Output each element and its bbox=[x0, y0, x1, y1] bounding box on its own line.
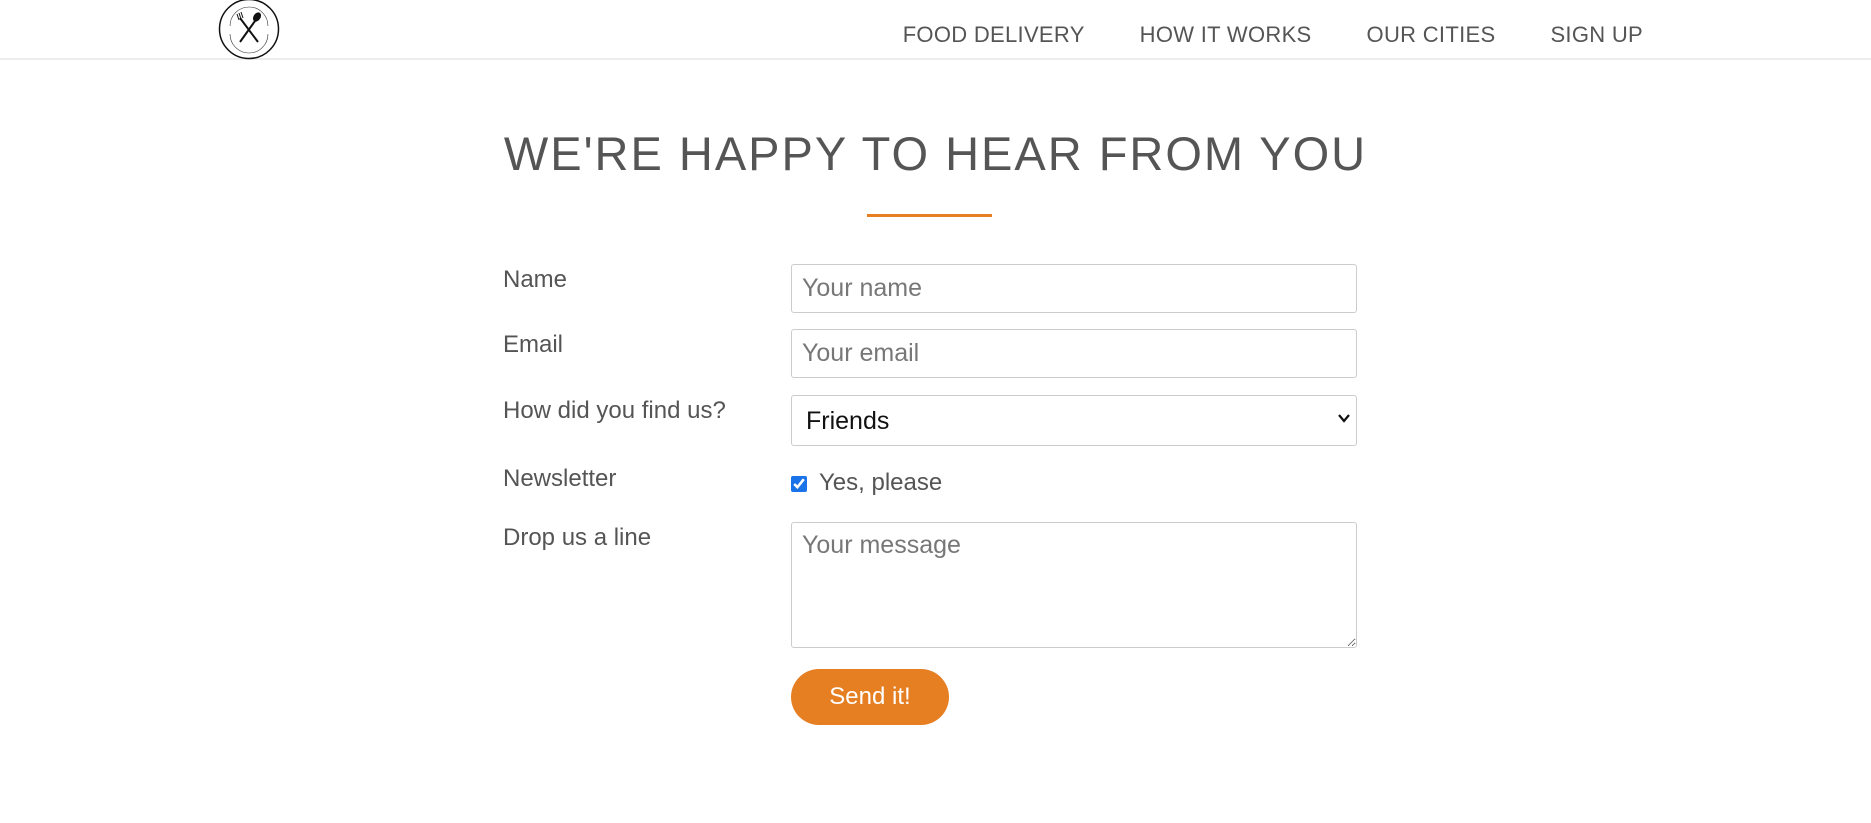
message-label: Drop us a line bbox=[503, 524, 652, 551]
name-input[interactable] bbox=[791, 264, 1357, 313]
name-label: Name bbox=[503, 266, 568, 293]
newsletter-checkbox[interactable] bbox=[791, 476, 807, 492]
fork-knife-logo-icon[interactable] bbox=[218, 0, 280, 60]
nav-item-how-it-works[interactable]: HOW IT WORKS bbox=[1140, 22, 1312, 48]
newsletter-label: Newsletter bbox=[503, 465, 617, 492]
nav-item-food-delivery[interactable]: FOOD DELIVERY bbox=[903, 22, 1085, 48]
newsletter-checkbox-label[interactable]: Yes, please bbox=[819, 469, 942, 497]
email-input[interactable] bbox=[791, 329, 1357, 378]
find-us-select[interactable]: Friends bbox=[791, 395, 1357, 446]
site-header: FOOD DELIVERY HOW IT WORKS OUR CITIES SI… bbox=[0, 0, 1871, 60]
email-label: Email bbox=[503, 331, 564, 358]
nav-item-sign-up[interactable]: SIGN UP bbox=[1550, 22, 1643, 48]
title-underline bbox=[867, 214, 992, 217]
send-button[interactable]: Send it! bbox=[791, 669, 949, 725]
section-title: WE'RE HAPPY TO HEAR FROM YOU bbox=[503, 127, 1368, 180]
message-textarea[interactable] bbox=[791, 522, 1357, 648]
main-nav: FOOD DELIVERY HOW IT WORKS OUR CITIES SI… bbox=[903, 22, 1643, 48]
nav-item-our-cities[interactable]: OUR CITIES bbox=[1367, 22, 1496, 48]
find-us-label: How did you find us? bbox=[503, 397, 726, 424]
